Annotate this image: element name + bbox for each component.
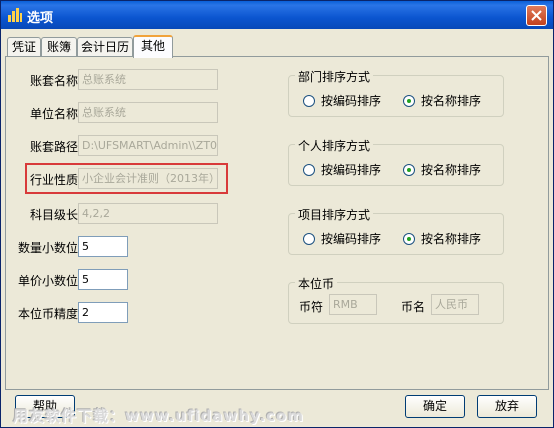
person-sort-title: 个人排序方式 <box>295 137 374 154</box>
project-sort-by-code-radio[interactable]: 按编码排序 <box>303 230 381 247</box>
tab-other[interactable]: 其他 <box>133 35 173 58</box>
tab-ledger[interactable]: 账簿 <box>41 37 77 57</box>
base-currency-title: 本位币 <box>295 275 338 292</box>
currency-symbol-field: RMB <box>329 294 377 315</box>
cancel-button[interactable]: 放弃 <box>477 395 537 418</box>
project-sort-by-code-label: 按编码排序 <box>321 232 382 246</box>
dept-sort-by-code-label: 按编码排序 <box>321 94 382 108</box>
tab-voucher[interactable]: 凭证 <box>7 37 41 57</box>
currency-name-label: 币名 <box>401 300 426 314</box>
project-sort-title: 项目排序方式 <box>295 206 374 223</box>
project-sort-group: 项目排序方式 按编码排序 按名称排序 <box>288 206 504 255</box>
title-bar[interactable]: 选项 <box>1 1 553 29</box>
currency-symbol-label: 币符 <box>299 300 324 314</box>
industry-highlight-box <box>25 163 228 194</box>
account-name-field: 总账系统 <box>78 69 218 90</box>
company-name-field: 总账系统 <box>78 102 218 123</box>
dept-sort-group: 部门排序方式 按编码排序 按名称排序 <box>288 68 504 117</box>
window-title: 选项 <box>27 11 54 26</box>
tab-panel-other: 账套名称 总账系统 单位名称 总账系统 账套路径 D:\UFSMART\Admi… <box>5 56 549 390</box>
radio-unchecked-icon <box>303 94 315 107</box>
tab-accounting-calendar[interactable]: 会计日历 <box>77 37 133 57</box>
person-sort-group: 个人排序方式 按编码排序 按名称排序 <box>288 137 504 186</box>
company-name-label: 单位名称 <box>30 107 79 121</box>
dept-sort-title: 部门排序方式 <box>295 68 374 85</box>
person-sort-by-code-label: 按编码排序 <box>321 163 382 177</box>
options-dialog: 选项 凭证 账簿 会计日历 其他 账套名称 总账系统 单位名称 总账系统 账套路… <box>0 0 554 428</box>
close-button[interactable] <box>526 5 547 26</box>
dept-sort-by-name-label: 按名称排序 <box>421 94 482 108</box>
qty-decimal-input[interactable]: 5 <box>78 236 128 257</box>
currency-precision-label: 本位币精度 <box>18 307 79 321</box>
subject-level-label: 科目级长 <box>30 208 79 222</box>
dept-sort-by-name-radio[interactable]: 按名称排序 <box>403 92 481 109</box>
currency-name-field: 人民币 <box>431 294 479 315</box>
watermark-text: 用友软件下载：www.ufidawhy.com <box>13 407 304 425</box>
person-sort-by-name-label: 按名称排序 <box>421 163 482 177</box>
account-path-field: D:\UFSMART\Admin\\ZT011 <box>78 135 218 156</box>
ok-button[interactable]: 确定 <box>405 395 465 418</box>
account-name-label: 账套名称 <box>30 74 79 88</box>
close-icon <box>531 10 542 21</box>
subject-level-field: 4,2,2 <box>78 203 218 224</box>
project-sort-by-name-label: 按名称排序 <box>421 232 482 246</box>
radio-checked-icon <box>403 232 415 245</box>
base-currency-group: 本位币 币符 RMB 币名 人民币 <box>288 275 504 324</box>
qty-decimal-label: 数量小数位 <box>18 241 79 255</box>
radio-unchecked-icon <box>303 232 315 245</box>
currency-precision-input[interactable]: 2 <box>78 302 128 323</box>
price-decimal-label: 单价小数位 <box>18 274 79 288</box>
project-sort-by-name-radio[interactable]: 按名称排序 <box>403 230 481 247</box>
person-sort-by-name-radio[interactable]: 按名称排序 <box>403 161 481 178</box>
account-path-label: 账套路径 <box>30 140 79 154</box>
radio-checked-icon <box>403 94 415 107</box>
app-icon <box>8 8 22 22</box>
dept-sort-by-code-radio[interactable]: 按编码排序 <box>303 92 381 109</box>
person-sort-by-code-radio[interactable]: 按编码排序 <box>303 161 381 178</box>
price-decimal-input[interactable]: 5 <box>78 269 128 290</box>
radio-unchecked-icon <box>303 163 315 176</box>
radio-checked-icon <box>403 163 415 176</box>
